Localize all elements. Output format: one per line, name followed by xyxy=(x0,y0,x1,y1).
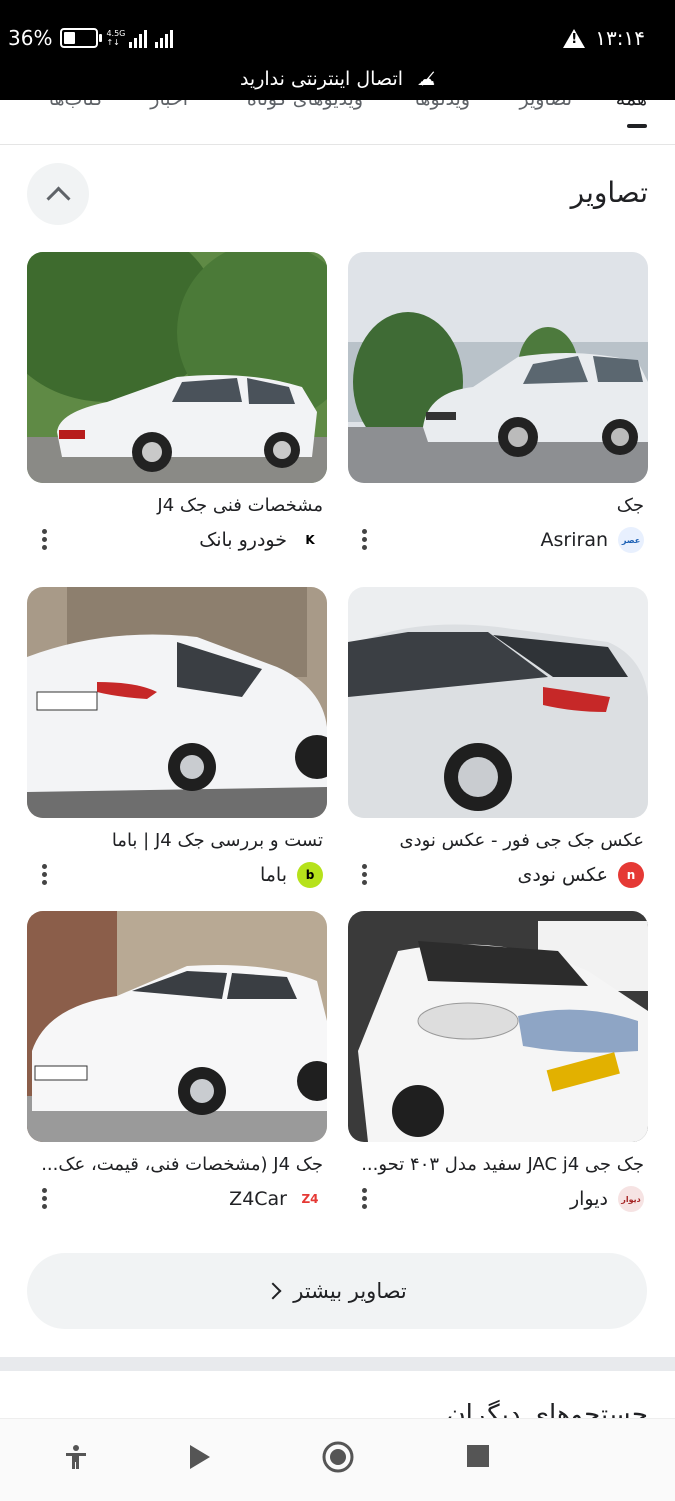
play-icon[interactable] xyxy=(188,1443,212,1475)
active-tab-indicator xyxy=(627,124,647,128)
more-options-icon[interactable] xyxy=(42,1185,48,1212)
collapse-button[interactable] xyxy=(27,163,89,225)
status-left: 36% 4.5G ↑↓ xyxy=(8,26,174,50)
result-caption[interactable]: مشخصات فنی جک J4 xyxy=(27,495,323,516)
battery-icon xyxy=(60,28,103,48)
status-right: ۱۳:۱۴ xyxy=(563,26,645,50)
result-source[interactable]: n عکس نودی xyxy=(517,862,644,888)
image-result-1[interactable]: جک عصر Asriran xyxy=(348,252,648,553)
signal-icon xyxy=(129,28,148,48)
section-title: تصاویر xyxy=(570,176,648,209)
tab-all[interactable]: همه xyxy=(616,100,647,110)
system-nav-bar xyxy=(0,1418,675,1501)
source-name: دیوار xyxy=(569,1188,608,1210)
tab-books[interactable]: کتاب‌ها xyxy=(49,100,103,110)
chevron-left-icon xyxy=(264,1282,282,1300)
more-images-label: تصاویر بیشتر xyxy=(293,1279,407,1303)
result-thumbnail[interactable] xyxy=(348,587,648,818)
accessibility-icon[interactable] xyxy=(62,1443,90,1475)
result-caption[interactable]: جک جی JAC j4 سفید مدل ۴۰۳ تحو... xyxy=(348,1154,644,1175)
image-result-2[interactable]: مشخصات فنی جک J4 K خودرو بانک xyxy=(27,252,327,553)
result-source[interactable]: K خودرو بانک xyxy=(199,527,323,553)
cloud-off-icon: ☁̸ xyxy=(417,69,436,90)
result-source[interactable]: عصر Asriran xyxy=(541,527,644,553)
more-options-icon[interactable] xyxy=(42,526,48,553)
source-favicon: Z4 xyxy=(297,1186,323,1212)
section-divider xyxy=(0,1357,675,1371)
source-favicon: n xyxy=(618,862,644,888)
clock: ۱۳:۱۴ xyxy=(595,26,645,50)
tab-short-videos[interactable]: ویدیوهای کوتاه xyxy=(247,100,363,110)
result-source[interactable]: Z4 Z4Car xyxy=(229,1186,323,1212)
network-type: 4.5G ↑↓ xyxy=(106,29,126,47)
result-thumbnail[interactable] xyxy=(27,911,327,1142)
source-favicon: عصر xyxy=(618,527,644,553)
result-thumbnail[interactable] xyxy=(27,587,327,818)
chevron-up-icon xyxy=(45,185,71,211)
source-favicon: دیوار xyxy=(618,1186,644,1212)
result-thumbnail[interactable] xyxy=(27,252,327,483)
image-result-4[interactable]: تست و بررسی جک J4 | باما b باما xyxy=(27,587,327,888)
warning-icon xyxy=(563,28,586,48)
image-result-3[interactable]: عکس جک جی فور - عکس نودی n عکس نودی xyxy=(348,587,648,888)
source-name: Z4Car xyxy=(229,1188,287,1210)
result-thumbnail[interactable] xyxy=(348,911,648,1142)
tab-images[interactable]: تصاویر xyxy=(519,100,572,110)
result-thumbnail[interactable] xyxy=(348,252,648,483)
more-options-icon[interactable] xyxy=(362,1185,368,1212)
image-result-5[interactable]: جک جی JAC j4 سفید مدل ۴۰۳ تحو... دیوار د… xyxy=(348,911,648,1212)
result-source[interactable]: b باما xyxy=(260,862,323,888)
result-source[interactable]: دیوار دیوار xyxy=(570,1186,644,1212)
offline-message: اتصال اینترنتی ندارید xyxy=(239,68,404,90)
source-name: باما xyxy=(259,864,287,886)
result-caption[interactable]: عکس جک جی فور - عکس نودی xyxy=(348,830,644,851)
more-options-icon[interactable] xyxy=(42,861,48,888)
source-name: خودرو بانک xyxy=(199,529,287,551)
source-name: عکس نودی xyxy=(517,864,608,886)
tab-news[interactable]: اخبار xyxy=(150,100,188,110)
more-options-icon[interactable] xyxy=(362,861,368,888)
source-favicon: b xyxy=(297,862,323,888)
status-bar: 36% 4.5G↑↓ ۱۳:۱۴ ☁̸ اتصال اینترنتی نداری… xyxy=(0,0,675,100)
result-caption[interactable]: تست و بررسی جک J4 | باما xyxy=(27,830,323,851)
offline-banner: ☁̸ اتصال اینترنتی ندارید xyxy=(0,68,675,90)
result-caption[interactable]: جک J4 (مشخصات فنی، قیمت، عک... xyxy=(27,1154,323,1175)
stop-icon[interactable] xyxy=(467,1445,489,1471)
image-result-6[interactable]: جک J4 (مشخصات فنی، قیمت، عک... Z4 Z4Car xyxy=(27,911,327,1212)
search-tabs: همه تصاویر ویدئوها ویدیوهای کوتاه اخبار … xyxy=(0,100,675,145)
source-favicon: K xyxy=(297,527,323,553)
result-caption[interactable]: جک xyxy=(348,495,644,516)
more-options-icon[interactable] xyxy=(362,526,368,553)
signal-icon-2 xyxy=(155,28,174,48)
more-images-button[interactable]: تصاویر بیشتر xyxy=(27,1253,647,1329)
tab-videos[interactable]: ویدئوها xyxy=(415,100,470,110)
record-icon[interactable] xyxy=(322,1441,354,1477)
battery-percent: 36% xyxy=(8,26,53,50)
source-name: Asriran xyxy=(540,529,608,551)
